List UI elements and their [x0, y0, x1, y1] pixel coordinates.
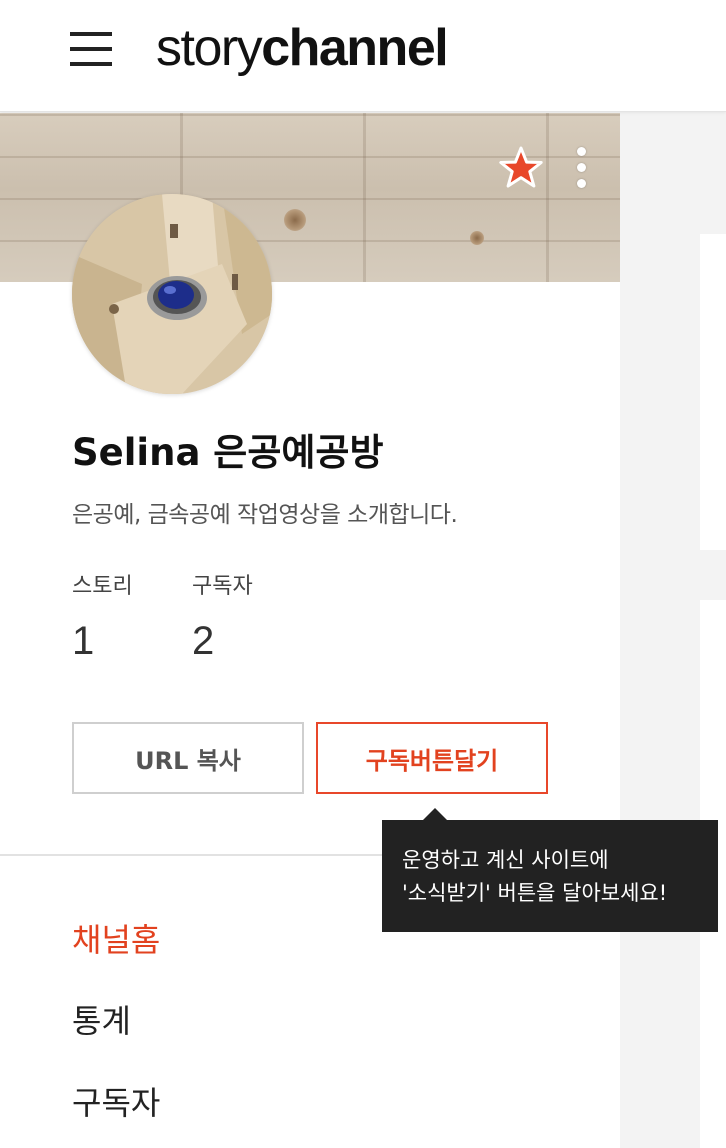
channel-avatar[interactable]: [72, 194, 272, 394]
more-vertical-icon[interactable]: [568, 143, 596, 193]
logo-story-text: story: [156, 19, 263, 77]
menu-bar-middle: [70, 47, 112, 51]
tooltip-line-2: '소식받기' 버튼을 달아보세요!: [402, 881, 668, 905]
menu-bar-top: [70, 32, 112, 36]
nav-item-statistics[interactable]: 통계: [72, 999, 131, 1043]
subscribe-button-setup[interactable]: 구독버튼달기: [316, 722, 548, 794]
stat-label-subscribers: 구독자: [192, 574, 253, 599]
channel-name: Selina 은공예공방: [72, 431, 384, 474]
wood-knot: [470, 231, 484, 245]
storychannel-logo[interactable]: storychannel: [156, 16, 449, 80]
url-copy-button[interactable]: URL 복사: [72, 722, 304, 794]
hamburger-menu-icon[interactable]: [70, 32, 112, 66]
channel-description: 은공예, 금속공예 작업영상을 소개합니다.: [72, 502, 458, 528]
more-dot: [577, 179, 586, 188]
more-dot: [577, 147, 586, 156]
channel-profile-card: Selina 은공예공방 은공예, 금속공예 작업영상을 소개합니다. 스토리 …: [0, 113, 620, 1148]
top-header: storychannel: [0, 0, 726, 112]
wood-knot: [284, 209, 306, 231]
subscribe-tooltip: 운영하고 계신 사이트에 '소식받기' 버튼을 달아보세요!: [382, 820, 718, 932]
menu-bar-bottom: [70, 62, 112, 66]
stat-label-stories: 스토리: [72, 574, 133, 599]
avatar-photo: [72, 194, 272, 394]
nav-item-subscribers[interactable]: 구독자: [72, 1081, 160, 1125]
tooltip-arrow: [423, 808, 447, 820]
nav-item-channel-home[interactable]: 채널홈: [72, 918, 160, 962]
star-icon[interactable]: [498, 145, 544, 191]
logo-channel-text: channel: [261, 19, 449, 77]
more-dot: [577, 163, 586, 172]
tooltip-line-1: 운영하고 계신 사이트에: [402, 848, 609, 872]
stat-value-stories[interactable]: 1: [72, 615, 94, 667]
side-panel-top: [700, 234, 726, 550]
stat-value-subscribers[interactable]: 2: [192, 615, 214, 667]
